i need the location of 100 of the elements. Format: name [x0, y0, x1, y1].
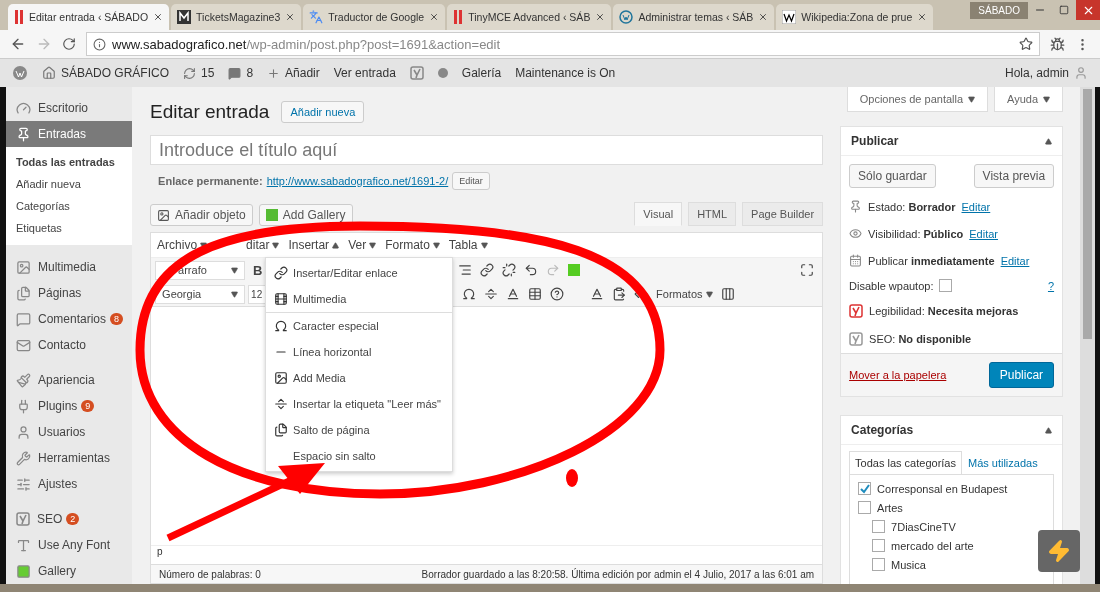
publish-button[interactable]: Publicar [988, 362, 1055, 388]
menu-item[interactable]: Archivo [157, 238, 208, 252]
sidebar-item[interactable]: Gallery [6, 558, 133, 584]
back-icon[interactable] [10, 36, 26, 52]
sidebar-item[interactable]: Plugins 9 [6, 393, 133, 419]
editor-tab[interactable]: Page Builder [742, 202, 824, 226]
address-field[interactable]: www.sabadografico.net/wp-admin/post.php?post=1691&action=edit [86, 32, 1040, 56]
link-icon[interactable] [480, 263, 495, 277]
title-field[interactable]: Introduce el título aquí [150, 135, 824, 165]
sidebar-item[interactable]: Entradas [6, 121, 133, 147]
dropdown-item[interactable]: Espacio sin salto [266, 443, 453, 469]
info-icon[interactable] [93, 37, 106, 51]
screen-options-button[interactable]: Ayuda [994, 87, 1064, 112]
menu-item[interactable]: ditar [246, 238, 280, 252]
scrollbar-thumb[interactable] [1083, 89, 1093, 339]
edit-permalink-button[interactable]: Editar [452, 172, 490, 190]
styles-menu[interactable]: Formatos [656, 288, 713, 300]
trash-link[interactable]: Mover a la papelera [849, 369, 947, 381]
sidebar-item[interactable]: Contacto [6, 332, 133, 358]
category-checkbox[interactable] [872, 520, 886, 533]
wordpress-logo-icon[interactable] [12, 65, 28, 81]
greeting-link[interactable]: Hola, admin [1004, 66, 1069, 80]
editor-tab[interactable]: Visual [634, 202, 683, 226]
category-tab[interactable]: Más utilizadas [961, 451, 1044, 474]
browser-tab[interactable]: Traductor de Google [303, 4, 446, 30]
submenu-item[interactable]: Etiquetas [6, 217, 133, 239]
dropdown-item[interactable]: Insertar/Editar enlace [266, 260, 453, 286]
sidebar-item[interactable]: SEO 2 [6, 506, 133, 532]
text-color-icon[interactable] [506, 287, 521, 301]
screen-options-button[interactable]: Opciones de pantalla [846, 87, 989, 112]
edit-link[interactable]: Editar [969, 227, 998, 240]
close-button[interactable] [1076, 0, 1100, 20]
undo-icon[interactable] [524, 263, 539, 277]
add-link[interactable]: Añadir [285, 66, 320, 80]
browser-tab[interactable]: Administrar temas ‹ SÁB [613, 4, 775, 30]
media-button[interactable]: Add Gallery [258, 204, 353, 226]
close-icon[interactable] [429, 12, 440, 22]
save-draft-button[interactable]: Sólo guardar [849, 164, 936, 188]
browser-tab[interactable]: TicketsMagazine3 [171, 4, 302, 30]
close-icon[interactable] [595, 12, 606, 22]
lightning-button[interactable] [1038, 530, 1080, 572]
read-more-icon[interactable] [484, 287, 499, 301]
align-right-icon[interactable] [458, 263, 473, 277]
sidebar-item[interactable]: Comentarios 8 [6, 306, 133, 332]
sidebar-item[interactable]: Herramientas [6, 445, 133, 471]
sidebar-item[interactable]: Ajustes [6, 471, 133, 497]
category-checkbox[interactable] [872, 539, 886, 552]
dropdown-item[interactable]: Add Media [266, 365, 453, 391]
bold-button[interactable]: B [253, 262, 263, 278]
close-icon[interactable] [153, 12, 164, 22]
paste-icon[interactable] [612, 287, 627, 301]
category-checkbox[interactable] [858, 501, 872, 514]
sidebar-item[interactable]: Use Any Font [6, 532, 133, 558]
background-color-icon[interactable] [590, 287, 605, 301]
fullscreen-icon[interactable] [800, 263, 815, 277]
menu-item[interactable]: Insertar [288, 238, 340, 252]
updates-count[interactable]: 15 [201, 66, 215, 80]
unlink-icon[interactable] [502, 263, 517, 277]
preview-button[interactable]: Vista previa [973, 164, 1055, 188]
maintenance-link[interactable]: Maintenance is On [515, 66, 616, 80]
close-icon[interactable] [285, 12, 296, 22]
view-post-link[interactable]: Ver entrada [333, 66, 396, 80]
reload-icon[interactable] [62, 37, 76, 51]
comments-count[interactable]: 8 [246, 66, 254, 80]
omega-icon[interactable] [462, 287, 477, 301]
wpautop-checkbox[interactable] [939, 279, 953, 292]
edit-link[interactable]: Editar [1000, 254, 1030, 267]
dropdown-item[interactable]: Salto de página [266, 417, 453, 443]
help-link[interactable]: ? [1047, 279, 1055, 292]
submenu-item[interactable]: Categorías [6, 195, 133, 217]
media-button[interactable]: Añadir objeto [150, 204, 253, 226]
dropdown-item[interactable]: Caracter especial [266, 312, 453, 339]
dropdown-item[interactable]: Multimedia [266, 286, 453, 312]
extension-icon[interactable] [1050, 36, 1065, 52]
browser-tab[interactable]: TinyMCE Advanced ‹ SÁB [447, 4, 612, 30]
site-link[interactable]: SÁBADO GRÁFICO [61, 66, 170, 80]
add-new-button[interactable]: Añadir nueva [281, 101, 365, 123]
close-icon[interactable] [917, 12, 928, 22]
browser-tab[interactable]: Editar entrada ‹ SÁBADO [8, 4, 170, 30]
size-select[interactable]: 12 [248, 284, 267, 304]
dropdown-item[interactable]: Línea horizontal [266, 339, 453, 365]
submenu-item[interactable]: Todas las entradas [6, 151, 133, 173]
submenu-item[interactable]: Añadir nueva [6, 173, 133, 195]
edit-link[interactable]: Editar [961, 200, 991, 213]
sidebar-item[interactable]: Escritorio [6, 95, 133, 121]
help-icon[interactable] [550, 287, 565, 301]
menu-item[interactable]: Tabla [448, 238, 488, 252]
gallery-link[interactable]: Galería [461, 66, 502, 80]
editor-tab[interactable]: HTML [688, 202, 737, 226]
font-select[interactable]: Georgia [155, 284, 246, 304]
star-icon[interactable] [1019, 37, 1033, 51]
menu-item[interactable]: Ver [348, 238, 377, 252]
menu-item[interactable]: Formato [385, 238, 440, 252]
close-icon[interactable] [758, 12, 769, 22]
sidebar-item[interactable]: Apariencia [6, 367, 133, 393]
sidebar-item[interactable]: Usuarios [6, 419, 133, 445]
category-checkbox[interactable] [872, 558, 886, 571]
category-tab[interactable]: Todas las categorías [849, 451, 962, 474]
browser-tab[interactable]: Wikipedia:Zona de prue [776, 4, 934, 30]
table-icon[interactable] [528, 287, 543, 301]
